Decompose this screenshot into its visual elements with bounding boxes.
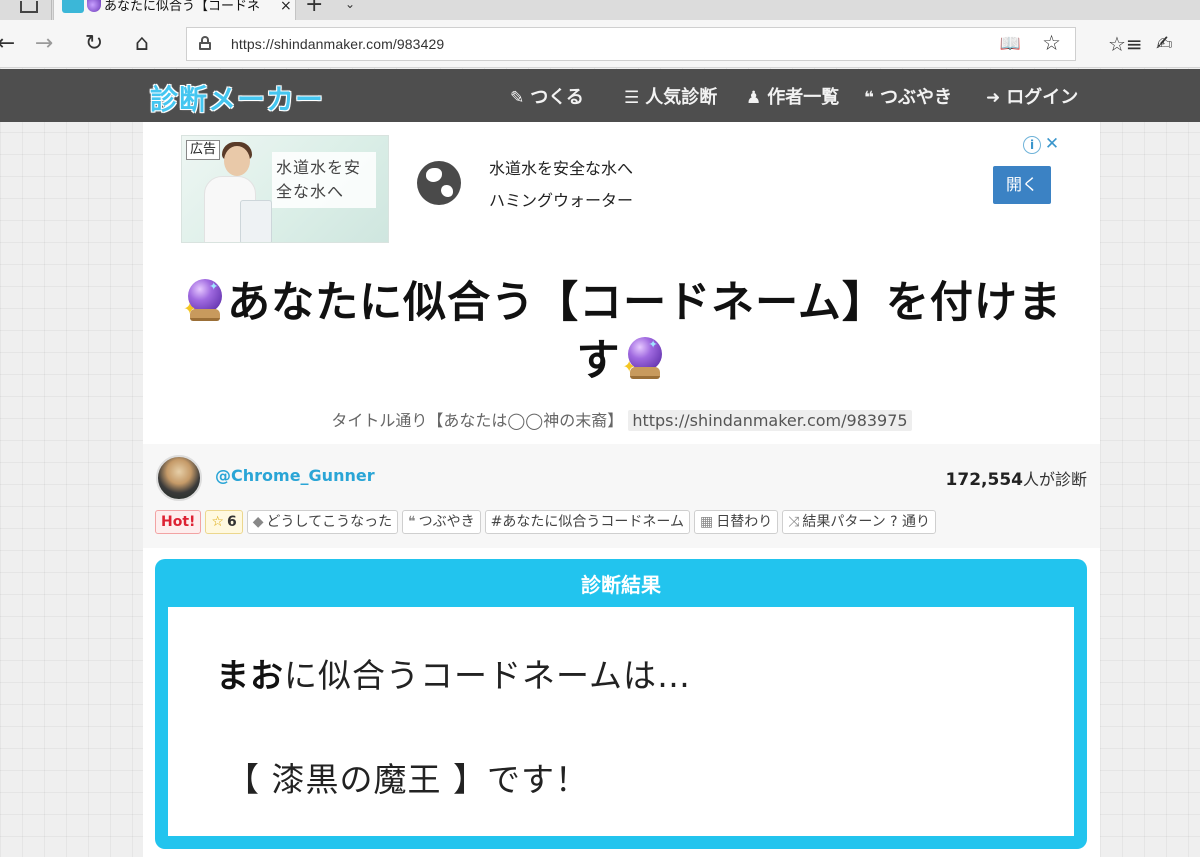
edit-icon: ✎ (510, 88, 525, 108)
tag-label: #あなたに似合うコードネーム (490, 514, 684, 530)
tag-label: 日替わり (716, 514, 773, 530)
active-tab[interactable]: あなたに似合う【コードネ × (53, 0, 296, 22)
list-icon: ☰ (624, 88, 640, 108)
result-line-1-text: に似合うコードネームは… (284, 656, 692, 695)
nav-label: 作者一覧 (767, 87, 840, 108)
sign-in-icon: ➜ (986, 88, 1001, 108)
site-favicon-icon (62, 0, 84, 13)
tab-icon (20, 1, 38, 13)
tag-list: Hot! ☆ 6 ◆ どうしてこうなった ❝ つぶやき #あなたに似合うコードネーム ▦ 日替わり… (155, 510, 940, 536)
comments-icon: ❝ (408, 514, 416, 530)
ad-info-icon[interactable]: i (1023, 136, 1041, 154)
tag-label: 結果パターン ? 通り (802, 514, 931, 530)
page-title: ✦ ✦ あなたに似合う【コードネーム】を付けます ✦ ✦ (163, 274, 1080, 390)
nav-authors[interactable]: ♟ 作者一覧 (746, 83, 840, 108)
tag-daily[interactable]: ▦ 日替わり (693, 510, 779, 534)
tag-patterns[interactable]: ⤨ 結果パターン ? 通り (782, 510, 937, 534)
nav-tweets[interactable]: ❝ つぶやき (864, 83, 952, 108)
crystal-ball-icon (87, 0, 101, 12)
ad-image[interactable]: 広告 水道水を安全な水へ (181, 135, 389, 243)
site-logo[interactable]: 診断メーカー (150, 78, 324, 118)
diagnosis-meta: @Chrome_Gunner 172,554人が診断 Hot! ☆ 6 ◆ どうしてこう… (143, 444, 1100, 548)
result-heading: 診断結果 (581, 573, 661, 597)
favorite-star-icon[interactable]: ☆ (1042, 31, 1061, 55)
url-text[interactable]: https://shindanmaker.com/983429 (231, 36, 444, 52)
address-bar[interactable]: https://shindanmaker.com/983429 📖 ☆ (186, 27, 1076, 61)
tag-hashtag[interactable]: #あなたに似合うコードネーム (484, 510, 690, 534)
result-line-1: まおに似合うコードネームは… (216, 649, 691, 697)
nav-label: つくる (530, 87, 584, 108)
nav-popular[interactable]: ☰ 人気診断 (624, 83, 718, 108)
ad-close-icon[interactable]: ✕ (1043, 135, 1061, 153)
browser-toolbar: ← → ↻ ⌂ https://shindanmaker.com/983429 … (0, 20, 1200, 68)
tag-category[interactable]: ◆ どうしてこうなった (246, 510, 399, 534)
main-content: 広告 水道水を安全な水へ 水道水を安全な水へ ハミングウォーター i ✕ 開く … (143, 122, 1100, 857)
globe-icon (417, 161, 461, 205)
ad-open-button[interactable]: 開く (993, 166, 1051, 204)
site-header: 診断メーカー ✎ つくる ☰ 人気診断 ♟ 作者一覧 ❝ つぶやき ➜ ログイン (0, 69, 1200, 122)
water-server-illustration (240, 200, 272, 242)
tab-title: あなたに似合う【コードネ (104, 0, 261, 14)
tab-list-button[interactable]: ⌄ (345, 0, 355, 11)
reading-view-icon[interactable]: 📖 (1000, 34, 1021, 54)
previous-tab[interactable] (0, 0, 52, 20)
new-tab-button[interactable]: + (305, 0, 323, 16)
pen-icon[interactable]: ✍ (1156, 31, 1173, 55)
advertisement[interactable]: 広告 水道水を安全な水へ 水道水を安全な水へ ハミングウォーター i ✕ 開く (181, 135, 1061, 243)
result-user-name: まお (216, 656, 284, 695)
crystal-ball-icon: ✦ ✦ (623, 335, 665, 381)
avatar[interactable] (156, 455, 202, 501)
result-line-2: 【 漆黒の魔王 】です！ (226, 760, 589, 799)
tag-label: 6 (226, 514, 237, 530)
home-icon[interactable]: ⌂ (128, 30, 156, 58)
ad-badge: 広告 (186, 140, 221, 160)
description-text: タイトル通り【あなたは◯◯神の末裔】 (331, 411, 624, 430)
refresh-icon[interactable]: ↻ (80, 30, 108, 58)
calendar-icon: ▦ (699, 514, 714, 530)
ad-headline[interactable]: 水道水を安全な水へ (489, 155, 633, 179)
tag-label: Hot! (161, 514, 196, 530)
play-count-number: 172,554 (945, 470, 1023, 490)
tag-label: どうしてこうなった (266, 514, 393, 530)
nav-label: ログイン (1006, 87, 1079, 108)
browser-tab-strip: あなたに似合う【コードネ × + ⌄ (0, 0, 1200, 22)
favorites-list-icon[interactable]: ☆≡ (1108, 32, 1143, 56)
result-box: 診断結果 まおに似合うコードネームは… 【 漆黒の魔王 】です！ (155, 559, 1087, 849)
tag-hot[interactable]: Hot! (155, 510, 202, 534)
tag-favorites[interactable]: ☆ 6 (205, 510, 243, 534)
shuffle-icon: ⤨ (788, 514, 800, 530)
crystal-ball-icon: ✦ ✦ (183, 277, 225, 323)
forward-icon[interactable]: → (30, 30, 58, 58)
star-icon: ☆ (211, 514, 224, 530)
result-body: まおに似合うコードネームは… 【 漆黒の魔王 】です！ (168, 607, 1074, 836)
lock-icon (199, 36, 211, 50)
tag-label: つぶやき (418, 514, 475, 530)
comments-icon: ❝ (864, 88, 874, 108)
nav-label: 人気診断 (645, 87, 718, 108)
page-description: タイトル通り【あなたは◯◯神の末裔】 https://shindanmaker.… (143, 410, 1100, 432)
ad-image-copy: 水道水を安全な水へ (272, 152, 376, 208)
nav-label: つぶやき (879, 87, 952, 108)
play-count: 172,554人が診断 (946, 466, 1087, 490)
play-count-suffix: 人が診断 (1022, 470, 1087, 489)
nav-create[interactable]: ✎ つくる (510, 83, 584, 108)
user-icon: ♟ (746, 88, 762, 108)
back-icon[interactable]: ← (0, 30, 20, 58)
tag-icon: ◆ (252, 514, 264, 530)
ad-advertiser[interactable]: ハミングウォーター (489, 187, 633, 211)
author-link[interactable]: @Chrome_Gunner (215, 466, 375, 485)
nav-login[interactable]: ➜ ログイン (986, 83, 1079, 108)
description-link[interactable]: https://shindanmaker.com/983975 (628, 410, 912, 431)
tag-tweets[interactable]: ❝ つぶやき (402, 510, 481, 534)
tab-close-button[interactable]: × (280, 0, 292, 13)
